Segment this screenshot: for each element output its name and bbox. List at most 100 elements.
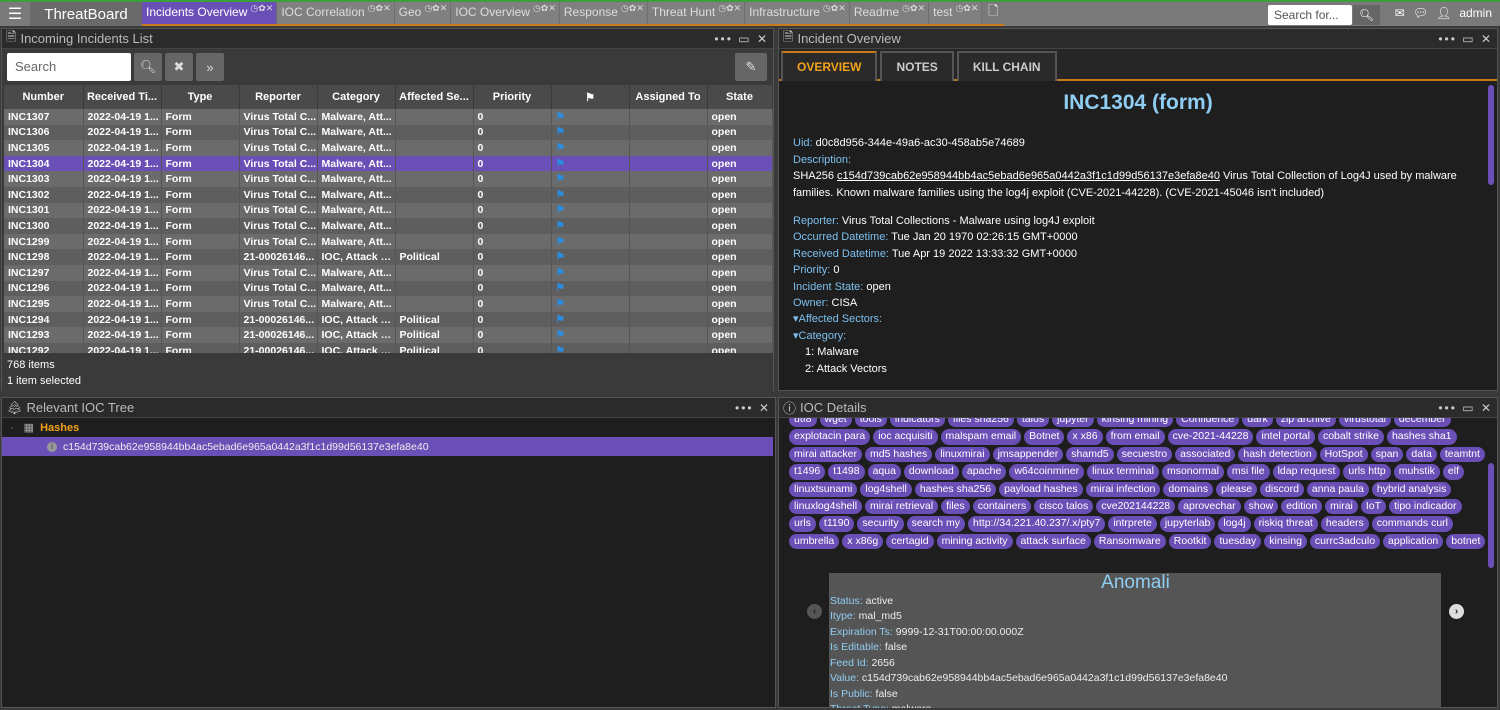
tag[interactable]: Confidence	[1176, 418, 1240, 428]
affected-sectors-toggle[interactable]: ▾Affected Sectors:	[793, 311, 1483, 327]
tag[interactable]: aprovechar	[1178, 498, 1241, 515]
tag[interactable]: application	[1383, 533, 1444, 550]
table-row[interactable]: INC1305 2022-04-19 1... Form Virus Total C.…	[4, 140, 773, 156]
table-row[interactable]: INC1306 2022-04-19 1... Form Virus Total C.…	[4, 124, 773, 141]
tag[interactable]: from email	[1105, 429, 1165, 445]
tab-readme[interactable]: Readme ◷✿✕	[849, 2, 930, 24]
tag[interactable]: HotSpot	[1319, 446, 1368, 463]
tag[interactable]: muhstik	[1393, 464, 1440, 480]
tag[interactable]: mining activity	[936, 533, 1013, 550]
tag[interactable]: teamtnt	[1439, 446, 1485, 463]
panel-controls-icon[interactable]: ••• ▭ ✕	[1438, 32, 1493, 46]
table-row[interactable]: INC1307 2022-04-19 1... Form Virus Total C.…	[4, 109, 773, 125]
tag[interactable]: msi file	[1226, 464, 1270, 480]
tag[interactable]: Botnet	[1024, 429, 1065, 445]
search-button[interactable]: 🔍︎	[134, 53, 162, 81]
tag[interactable]: domains	[1163, 481, 1214, 497]
user-name[interactable]: admin	[1459, 6, 1492, 20]
tag[interactable]: intel portal	[1256, 429, 1315, 445]
tab-actions-icon[interactable]: ◷✿✕	[368, 3, 391, 14]
tab-ioc-correlation[interactable]: IOC Correlation ◷✿✕	[277, 2, 395, 24]
flag-icon[interactable]: ⚑	[556, 158, 565, 170]
edit-button[interactable]: ✎	[735, 53, 767, 81]
tag[interactable]: aqua	[867, 464, 901, 480]
tab-test[interactable]: test ◷✿✕	[929, 2, 983, 24]
tag[interactable]: t1496	[789, 464, 826, 480]
tag[interactable]: jupyterlab	[1159, 516, 1216, 532]
table-row[interactable]: INC1302 2022-04-19 1... Form Virus Total C.…	[4, 186, 773, 203]
expand-filters-button[interactable]: »	[196, 53, 224, 81]
tag[interactable]: IoT	[1360, 498, 1387, 515]
table-row[interactable]: INC1304 2022-04-19 1... Form Virus Total C.…	[4, 155, 773, 172]
tag[interactable]: wget	[819, 418, 852, 428]
scrollbar[interactable]	[1488, 85, 1494, 185]
tag[interactable]: search my	[906, 516, 966, 532]
flag-icon[interactable]: ⚑	[556, 173, 565, 185]
table-row[interactable]: INC1298 2022-04-19 1... Form 21-00026146...…	[4, 249, 773, 265]
tag[interactable]: mirai attacker	[789, 446, 863, 463]
tag[interactable]: ioc acquisiti	[873, 429, 938, 445]
column-header[interactable]: Category	[317, 85, 396, 109]
column-header[interactable]: State	[707, 85, 773, 109]
tab-actions-icon[interactable]: ◷✿✕	[823, 3, 846, 14]
tag[interactable]: umbrella	[789, 533, 840, 550]
user-icon[interactable]: 👤︎	[1436, 6, 1451, 20]
tag[interactable]: elf	[1442, 464, 1465, 480]
chat-icon[interactable]: 💬︎	[1413, 6, 1428, 20]
tag[interactable]: urls http	[1343, 464, 1391, 480]
tag[interactable]: indicators	[889, 418, 945, 428]
tab-actions-icon[interactable]: ◷✿✕	[902, 3, 925, 14]
tab-response[interactable]: Response ◷✿✕	[559, 2, 648, 24]
table-row[interactable]: INC1293 2022-04-19 1... Form 21-00026146...…	[4, 327, 773, 343]
tag[interactable]: dark	[1242, 418, 1273, 428]
tag[interactable]: cobalt strike	[1317, 429, 1384, 445]
tag[interactable]: cve202144228	[1096, 498, 1176, 515]
tab-notes[interactable]: NOTES	[880, 51, 954, 81]
search-button[interactable]: 🔍︎	[1353, 5, 1380, 25]
tag[interactable]: shamd5	[1066, 446, 1114, 463]
tag[interactable]: secuestro	[1116, 446, 1173, 463]
flag-icon[interactable]: ⚑	[556, 298, 565, 310]
flag-icon[interactable]: ⚑	[556, 267, 565, 279]
tag[interactable]: download	[903, 464, 959, 480]
tag[interactable]: containers	[972, 498, 1032, 515]
hamburger-menu-icon[interactable]: ☰	[0, 4, 30, 24]
tab-actions-icon[interactable]: ◷✿✕	[621, 3, 644, 14]
table-row[interactable]: INC1303 2022-04-19 1... Form Virus Total C.…	[4, 171, 773, 187]
flag-icon[interactable]: ⚑	[556, 236, 565, 248]
table-row[interactable]: INC1300 2022-04-19 1... Form Virus Total C.…	[4, 218, 773, 234]
tag[interactable]: december	[1393, 418, 1451, 428]
tag[interactable]: hashes sha1	[1386, 429, 1457, 445]
column-header[interactable]: Priority	[473, 85, 552, 109]
column-header[interactable]: ⚑	[551, 85, 630, 109]
tag[interactable]: linuxmirai	[935, 446, 990, 463]
brand-logo[interactable]: ThreatBoard	[30, 2, 142, 26]
tag[interactable]: cve-2021-44228	[1167, 429, 1254, 445]
tag[interactable]: payload hashes	[999, 481, 1083, 497]
flag-icon[interactable]: ⚑	[556, 329, 565, 341]
flag-icon[interactable]: ⚑	[556, 142, 565, 154]
tag[interactable]: files	[941, 498, 970, 515]
tag[interactable]: mirai infection	[1085, 481, 1161, 497]
incident-search-input[interactable]: Search	[7, 53, 131, 81]
flag-icon[interactable]: ⚑	[556, 251, 565, 263]
tab-geo[interactable]: Geo ◷✿✕	[394, 2, 452, 24]
tree-item[interactable]: i c154d739cab62e958944bb4ac5ebad6e965a044…	[2, 437, 773, 456]
tag[interactable]: explotacin para	[789, 429, 871, 445]
tag[interactable]: t1190	[818, 516, 855, 532]
table-row[interactable]: INC1296 2022-04-19 1... Form Virus Total C.…	[4, 280, 773, 297]
tag[interactable]: currc3adculo	[1309, 533, 1381, 550]
tag[interactable]: cisco talos	[1034, 498, 1094, 515]
category-toggle[interactable]: ▾Category:	[793, 328, 1483, 344]
tag[interactable]: riskiq threat	[1253, 516, 1318, 532]
tag[interactable]: commands curl	[1371, 516, 1453, 532]
tag[interactable]: hybrid analysis	[1371, 481, 1452, 497]
scrollbar[interactable]	[1488, 463, 1494, 568]
tag[interactable]: certagid	[886, 533, 934, 550]
panel-controls-icon[interactable]: ••• ▭ ✕	[1438, 401, 1493, 415]
tag[interactable]: msonormal	[1161, 464, 1224, 480]
flag-icon[interactable]: ⚑	[556, 345, 565, 353]
tab-overview[interactable]: OVERVIEW	[781, 51, 878, 81]
tab-infrastructure[interactable]: Infrastructure ◷✿✕	[745, 2, 850, 24]
tab-threat-hunt[interactable]: Threat Hunt ◷✿✕	[647, 2, 746, 24]
